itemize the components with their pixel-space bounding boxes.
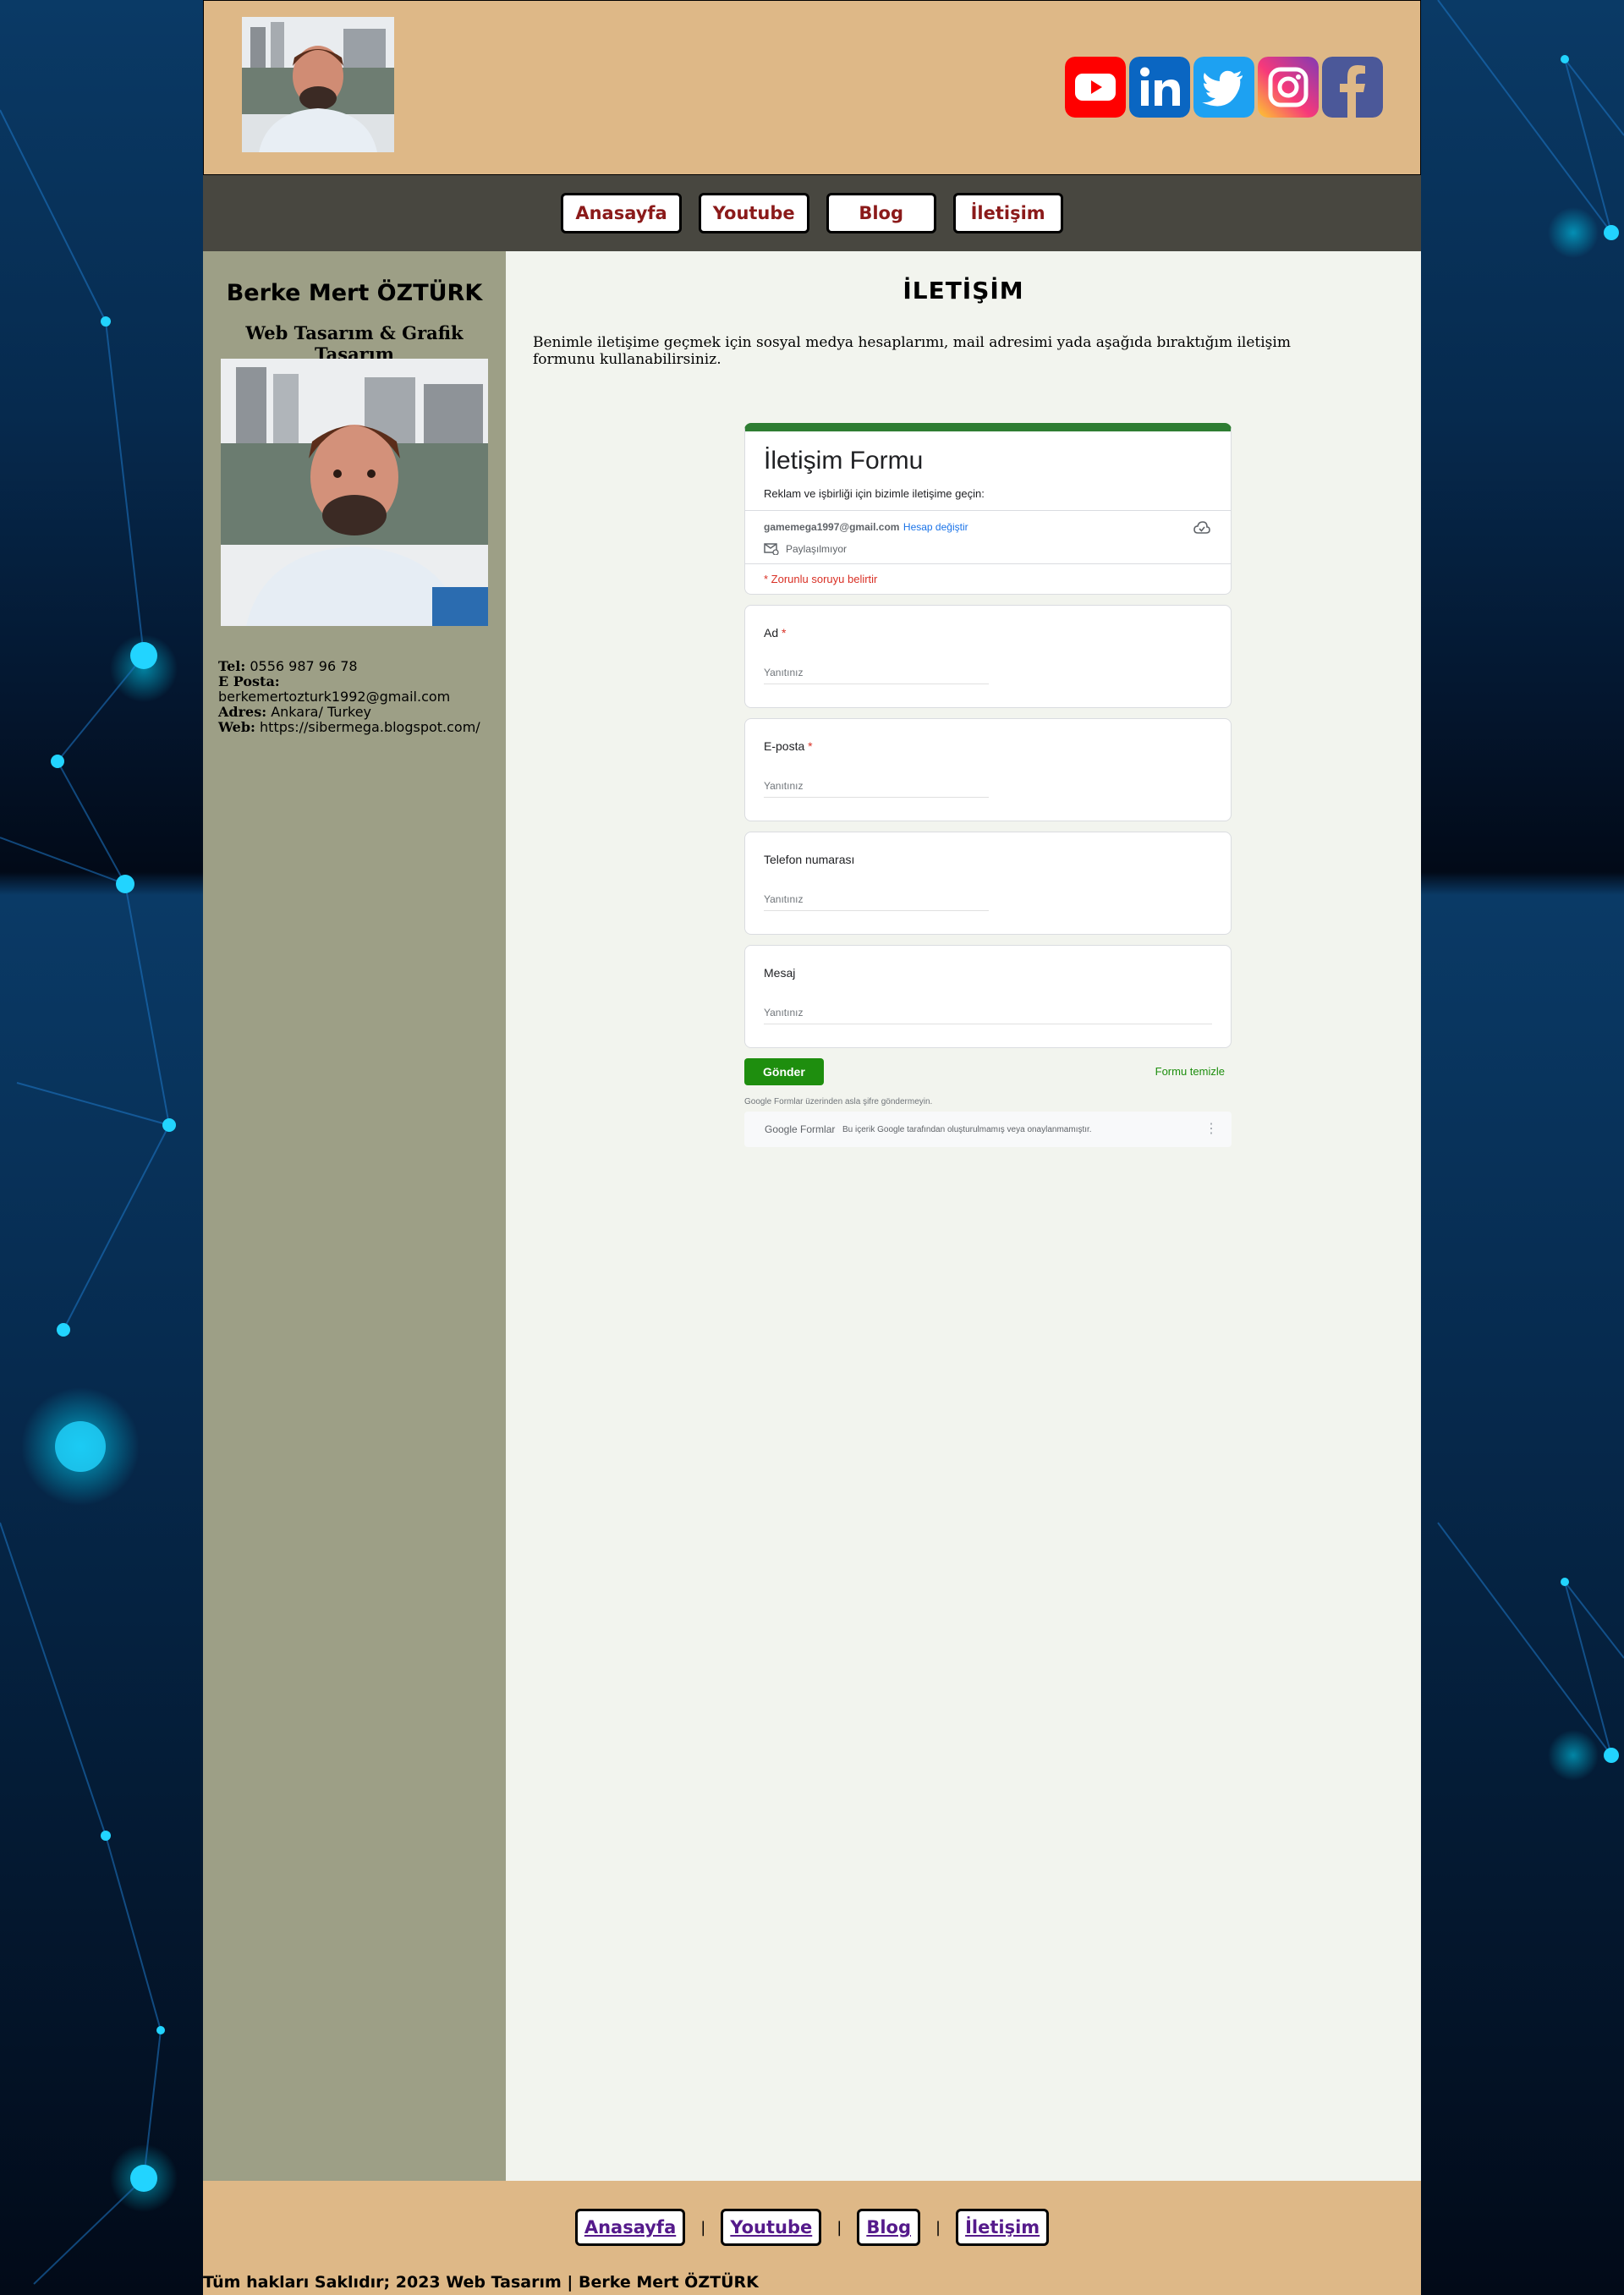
question-mesaj: Mesaj Yanıtınız [744,945,1232,1048]
nav-anasayfa[interactable]: Anasayfa [561,193,682,233]
footer-nav-youtube[interactable]: Youtube [721,2209,822,2246]
required-star: * [782,626,787,640]
main-content: İLETİŞİM Benimle iletişime geçmek için s… [506,251,1421,2181]
page-title: İLETİŞİM [903,277,1024,305]
web-value: https://sibermega.blogspot.com/ [260,719,480,735]
question-label: Mesaj [764,966,796,980]
separator: | [935,2218,941,2237]
nav-blog[interactable]: Blog [826,193,936,233]
address-value: Ankara/ Turkey [271,704,372,720]
google-forms-logo[interactable]: Google Formlar [765,1123,835,1135]
profile-name: Berke Mert ÖZTÜRK [226,280,483,306]
question-telefon: Telefon numarası Yanıtınız [744,832,1232,935]
footer-navigation: Anasayfa | Youtube | Blog | İletişim [203,2209,1421,2246]
telefon-input[interactable]: Yanıtınız [764,893,989,911]
intro-text: Benimle iletişime geçmek için sosyal med… [533,334,1291,368]
more-options-icon[interactable]: ⋮ [1204,1120,1218,1137]
password-warning: Google Formlar üzerinden asla şifre gönd… [744,1097,933,1106]
youtube-icon[interactable] [1065,57,1126,118]
not-shared-icon [764,543,779,555]
top-navigation: Anasayfa Youtube Blog İletişim [203,175,1421,251]
required-note: * Zorunlu soruyu belirtir [745,563,1231,594]
account-email: gamemega1997@gmail.com [764,521,900,533]
ad-input[interactable]: Yanıtınız [764,667,989,684]
form-actions: Gönder Formu temizle [744,1058,1232,1089]
disclaimer-text: Bu içerik Google tarafından oluşturulmam… [842,1125,1092,1134]
account-row: gamemega1997@gmail.com Hesap değiştir Pa… [745,510,1231,563]
tel-label: Tel: [218,658,246,674]
sidebar: Berke Mert ÖZTÜRK Web Tasarım & Grafik T… [203,251,506,2181]
tel-value: 0556 987 96 78 [250,658,358,674]
mesaj-input[interactable]: Yanıtınız [764,1007,1212,1024]
switch-account-link[interactable]: Hesap değiştir [903,521,968,533]
web-label: Web: [218,719,255,735]
nav-youtube[interactable]: Youtube [698,193,809,233]
twitter-icon[interactable] [1193,57,1254,118]
contact-info: Tel: 0556 987 96 78 E Posta: berkemertoz… [218,659,480,735]
form-title: İletişim Formu [764,447,924,475]
footer-nav-anasayfa[interactable]: Anasayfa [574,2209,686,2246]
eposta-input[interactable]: Yanıtınız [764,780,989,798]
email-value: berkemertozturk1992@gmail.com [218,689,451,705]
footer-nav-blog[interactable]: Blog [857,2209,920,2246]
google-forms-footer: Google Formlar Bu içerik Google tarafınd… [744,1112,1232,1147]
footer: Anasayfa | Youtube | Blog | İletişim Tüm… [203,2181,1421,2295]
submit-button[interactable]: Gönder [744,1058,824,1085]
clear-form-button[interactable]: Formu temizle [1155,1065,1225,1078]
question-ad: Ad * Yanıtınız [744,605,1232,708]
footer-nav-iletisim[interactable]: İletişim [956,2209,1050,2246]
profile-photo [221,359,488,626]
question-label: Ad [764,626,779,640]
profile-photo-logo[interactable] [242,17,394,152]
form-header-card: İletişim Formu Reklam ve işbirliği için … [744,423,1232,595]
address-label: Adres: [218,704,267,720]
separator: | [700,2218,706,2237]
email-label: E Posta: [218,673,280,689]
required-star: * [808,739,813,753]
linkedin-icon[interactable] [1129,57,1190,118]
question-eposta: E-posta * Yanıtınız [744,718,1232,821]
google-form: İletişim Formu Reklam ve işbirliği için … [744,423,1232,1147]
social-links [1065,57,1383,118]
copyright: Tüm hakları Saklıdır; 2023 Web Tasarım |… [203,2273,759,2292]
header [203,0,1421,175]
separator: | [837,2218,842,2237]
cloud-icon [1193,521,1210,534]
instagram-icon[interactable] [1258,57,1319,118]
nav-iletisim[interactable]: İletişim [952,193,1063,233]
form-description: Reklam ve işbirliği için bizimle iletişi… [764,487,985,500]
not-shared-text: Paylaşılmıyor [786,543,848,555]
question-label: Telefon numarası [764,853,855,866]
facebook-icon[interactable] [1322,57,1383,118]
page-wrapper: Anasayfa Youtube Blog İletişim Berke Mer… [203,0,1421,2295]
question-label: E-posta [764,739,805,753]
